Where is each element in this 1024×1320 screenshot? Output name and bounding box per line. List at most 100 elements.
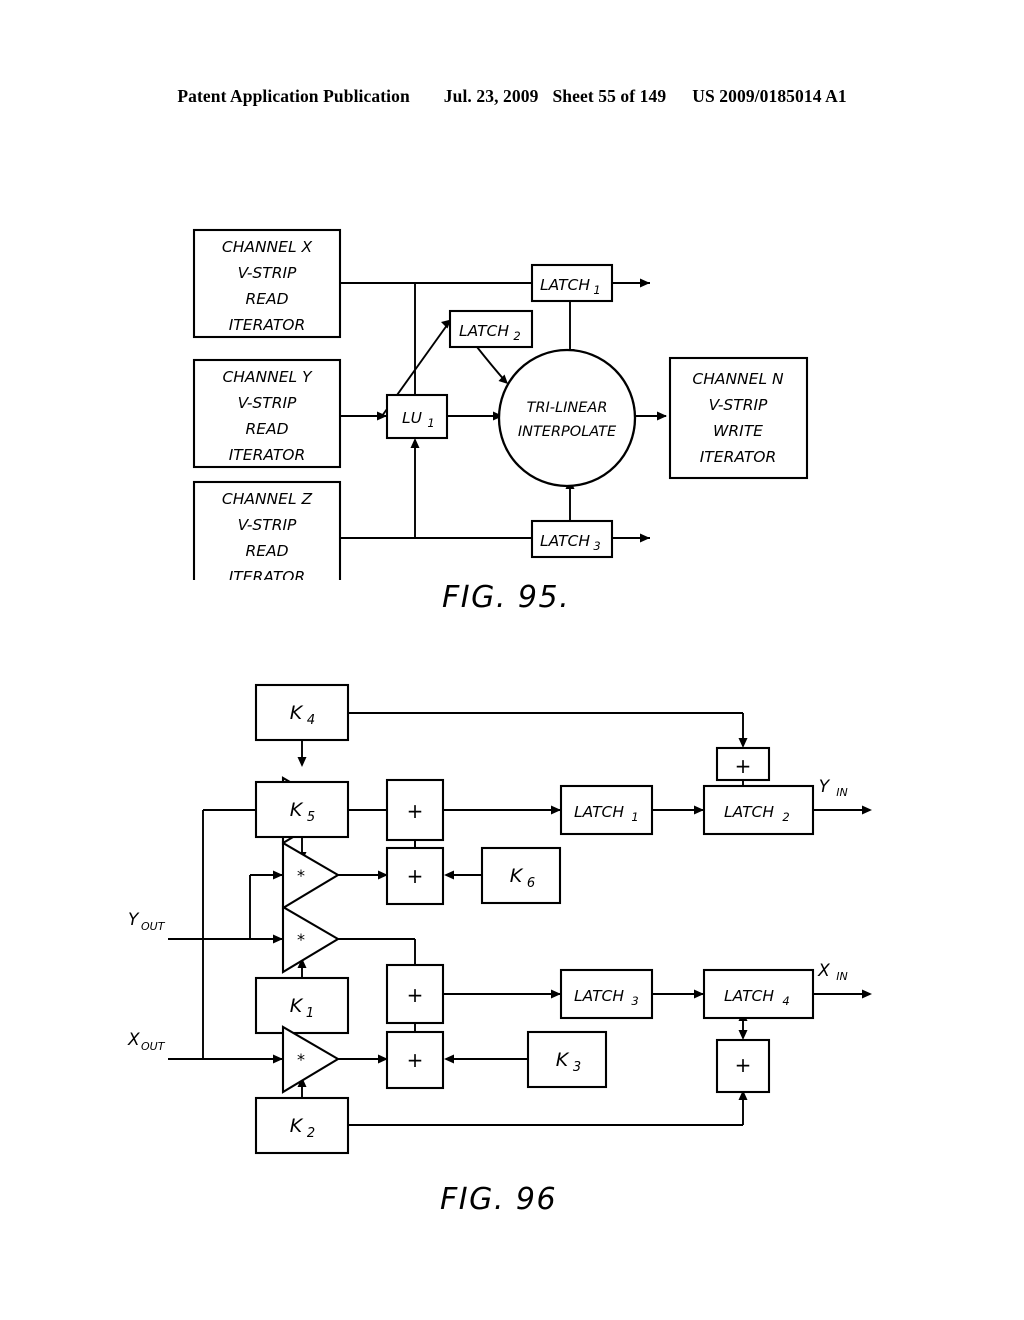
block-k6: K 6	[480, 846, 562, 905]
adder-c-symbol: +	[407, 983, 424, 1007]
channel-y-line-1: CHANNEL Y	[222, 368, 313, 386]
channel-z-line-1: CHANNEL Z	[222, 490, 313, 508]
x-in-base: X	[817, 961, 830, 981]
block-latch-3: LATCH 3	[530, 519, 614, 559]
channel-n-line-4: ITERATOR	[700, 448, 777, 466]
fig96-latch-3-label: LATCH	[574, 987, 624, 1005]
header-docnumber: US 2009/0185014 A1	[692, 86, 847, 106]
latch-3-label: LATCH	[540, 532, 590, 550]
channel-x-line-1: CHANNEL X	[222, 238, 313, 256]
multiplier-2: *	[281, 841, 341, 910]
latch-3-subscript: 3	[593, 539, 600, 553]
adder-b: +	[385, 846, 445, 906]
block-lu-1: LU 1	[385, 393, 449, 440]
adder-x-feedback-symbol: +	[735, 1053, 752, 1077]
block-latch-2: LATCH 2	[448, 309, 534, 349]
header-sheet: Sheet 55 of 149	[552, 86, 667, 106]
multiplier-2-symbol: *	[297, 866, 305, 885]
block-k2: K 2	[254, 1096, 350, 1155]
figure-96-caption: FIG. 96	[440, 1182, 558, 1217]
channel-y-line-2: V-STRIP	[238, 394, 297, 412]
fig96-latch-1-subscript: 1	[631, 810, 638, 824]
adder-y-feedback: +	[715, 746, 771, 782]
channel-n-line-3: WRITE	[713, 422, 763, 440]
multiplier-3: *	[281, 905, 341, 974]
latch-2-subscript: 2	[513, 329, 520, 343]
lu-1-subscript: 1	[427, 416, 434, 430]
block-channel-n: CHANNEL N V-STRIP WRITE ITERATOR	[668, 356, 809, 480]
interpolate-line-2: INTERPOLATE	[518, 424, 617, 440]
block-channel-z: CHANNEL Z V-STRIP READ ITERATOR	[192, 480, 342, 580]
channel-x-line-4: ITERATOR	[229, 316, 306, 334]
adder-d: +	[385, 1030, 445, 1090]
x-out-subscript: OUT	[141, 1040, 166, 1053]
adder-y-feedback-symbol: +	[735, 754, 752, 778]
channel-z-line-4: ITERATOR	[229, 568, 306, 580]
channel-z-line-2: V-STRIP	[238, 516, 297, 534]
adder-d-symbol: +	[407, 1048, 424, 1072]
y-in-subscript: IN	[836, 786, 847, 799]
figure-95-caption: FIG. 95.	[442, 580, 571, 615]
fig96-latch-1-label: LATCH	[574, 803, 624, 821]
k5-label: K	[290, 799, 304, 821]
block-k5: K 5	[254, 780, 350, 839]
label-y-out: Y OUT	[128, 910, 166, 933]
lu-1-label: LU	[402, 409, 423, 427]
header-date: Jul. 23, 2009	[443, 86, 539, 106]
channel-n-line-1: CHANNEL N	[692, 370, 784, 388]
adder-b-symbol: +	[407, 864, 424, 888]
y-out-subscript: OUT	[141, 920, 166, 933]
channel-y-line-4: ITERATOR	[229, 446, 306, 464]
k2-label: K	[290, 1115, 304, 1137]
label-x-out: X OUT	[127, 1030, 166, 1053]
latch-1-subscript: 1	[593, 283, 600, 297]
fig96-block-latch-3: LATCH 3	[559, 968, 654, 1020]
multiplier-4-symbol: *	[297, 1050, 305, 1069]
fig96-block-latch-1: LATCH 1	[559, 784, 654, 836]
header-publication: Patent Application Publication	[177, 86, 410, 106]
k5-subscript: 5	[307, 810, 315, 825]
adder-x-feedback: +	[715, 1038, 771, 1094]
channel-z-line-3: READ	[245, 542, 288, 560]
adder-a-symbol: +	[407, 799, 424, 823]
k1-label: K	[290, 995, 304, 1017]
fig96-latch-2-subscript: 2	[782, 810, 789, 824]
block-k4: K 4	[254, 683, 350, 742]
latch-2-label: LATCH	[459, 322, 509, 340]
block-k3: K 3	[526, 1030, 608, 1089]
block-k1: K 1	[254, 976, 350, 1035]
channel-y-line-3: READ	[245, 420, 288, 438]
latch-1-label: LATCH	[540, 276, 590, 294]
channel-x-line-2: V-STRIP	[238, 264, 297, 282]
fig96-latch-2-label: LATCH	[724, 803, 774, 821]
figure-95-diagram: CHANNEL X V-STRIP READ ITERATOR CHANNEL …	[192, 228, 809, 580]
y-in-base: Y	[819, 777, 831, 797]
k3-subscript: 3	[573, 1060, 581, 1075]
k6-subscript: 6	[527, 876, 535, 891]
multiplier-4: *	[281, 1025, 341, 1094]
block-channel-y: CHANNEL Y V-STRIP READ ITERATOR	[192, 358, 342, 469]
channel-n-line-2: V-STRIP	[709, 396, 768, 414]
fig96-latch-4-label: LATCH	[724, 987, 774, 1005]
patent-page: Patent Application Publication Jul. 23, …	[0, 0, 1024, 1320]
channel-x-line-3: READ	[245, 290, 288, 308]
block-latch-1: LATCH 1	[530, 263, 614, 303]
k1-subscript: 1	[306, 1006, 314, 1021]
y-out-base: Y	[128, 910, 140, 930]
label-x-in: X IN	[817, 961, 848, 983]
k6-label: K	[510, 865, 524, 887]
figure-96-diagram: K 4 * K 5 * + +	[127, 683, 872, 1155]
block-channel-x: CHANNEL X V-STRIP READ ITERATOR	[192, 228, 342, 339]
label-y-in: Y IN	[819, 777, 848, 799]
x-out-base: X	[127, 1030, 140, 1050]
adder-c: +	[385, 963, 445, 1025]
fig96-latch-4-subscript: 4	[782, 994, 789, 1008]
fig96-block-latch-2: LATCH 2	[702, 784, 815, 836]
k4-subscript: 4	[307, 713, 315, 728]
k4-label: K	[290, 702, 304, 724]
multiplier-3-symbol: *	[297, 930, 305, 949]
x-in-subscript: IN	[836, 970, 847, 983]
fig96-latch-3-subscript: 3	[631, 994, 638, 1008]
interpolate-line-1: TRI-LINEAR	[527, 400, 608, 416]
page-header: Patent Application Publication Jul. 23, …	[0, 86, 1024, 107]
